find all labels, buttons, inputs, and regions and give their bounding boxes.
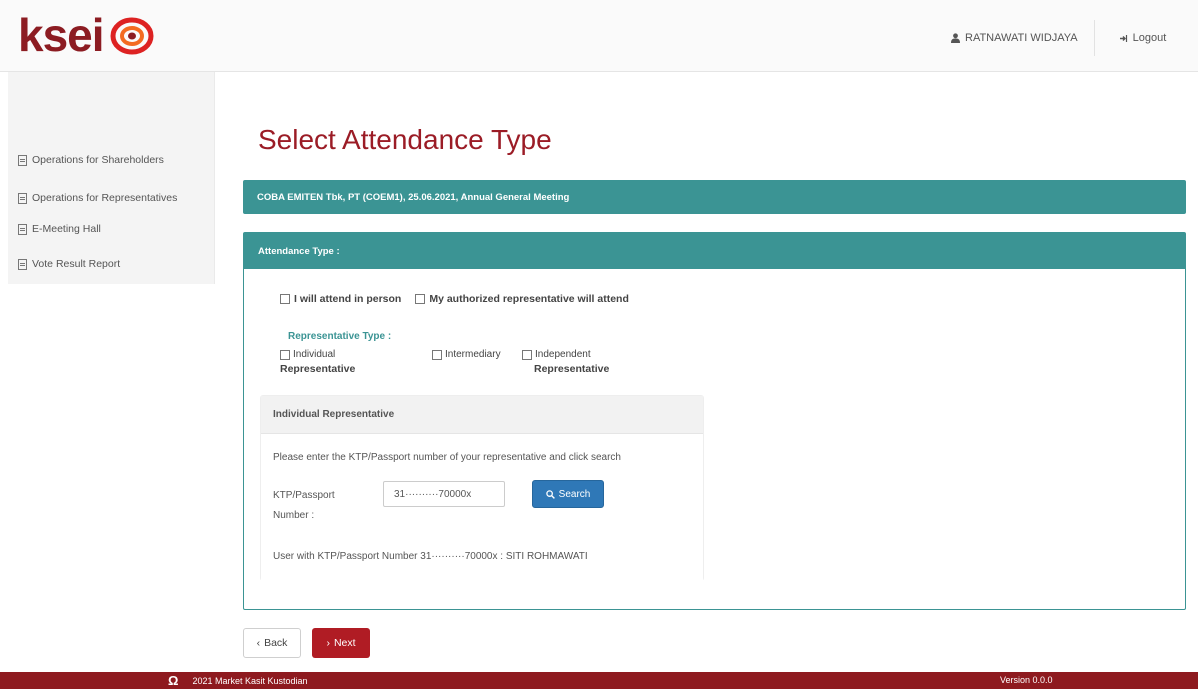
checkbox-label: I will attend in person [294, 293, 402, 305]
sign-out-icon [1119, 34, 1127, 42]
chevron-right-icon: › [326, 637, 330, 649]
checkbox-box[interactable] [415, 294, 426, 304]
chevron-left-icon: ‹ [256, 637, 261, 649]
option-sublabel: Representative [280, 363, 356, 375]
next-label: Next [333, 637, 356, 649]
meeting-info-bar: COBA EMITEN Tbk, PT (COEM1), 25.06.2021,… [243, 180, 1186, 214]
back-label: Back [264, 637, 288, 649]
search-instruction: Please enter the KTP/Passport number of … [273, 452, 621, 463]
user-area: RATNAWATI WIDJAYA Logout [935, 20, 1176, 56]
checkbox-label: My authorized representative will attend [429, 293, 629, 305]
individual-header: Individual Representative [273, 409, 395, 420]
individual-representative-option[interactable]: Individual Representative [280, 349, 355, 375]
attendance-panel: Attendance Type : I will attend in perso… [243, 232, 1186, 610]
checkbox-box[interactable] [522, 349, 532, 360]
sidebar: Operations for Shareholders Operations f… [8, 72, 215, 284]
individual-representative-header: Individual Representative [261, 396, 703, 434]
search-result-text: User with KTP/Passport Number 31········… [273, 551, 588, 562]
checkbox-box[interactable] [432, 349, 442, 360]
user-menu[interactable]: RATNAWATI WIDJAYA [935, 20, 1095, 56]
footer-copyright: 2021 Market Kasit Kustodian [192, 675, 308, 686]
document-icon [18, 192, 27, 204]
footer-version: Version 0.0.0 [1000, 675, 1053, 685]
sidebar-item-vote-result-report[interactable]: Vote Result Report [18, 258, 120, 270]
option-label: Individual [293, 349, 336, 360]
representative-type-label: Representative Type : [288, 331, 392, 342]
checkbox-box[interactable] [280, 294, 290, 304]
logo-swirl-icon [110, 16, 154, 61]
footer: Ω 2021 Market Kasit Kustodian Version 0.… [0, 672, 1198, 689]
independent-representative-option[interactable]: Independent Representative [522, 349, 609, 375]
attendance-options: I will attend in person My authorized re… [280, 293, 629, 305]
document-icon [18, 258, 27, 270]
ktp-label: KTP/Passport Number : [273, 490, 335, 521]
individual-representative-box: Individual Representative Please enter t… [260, 395, 704, 582]
footer-logo-icon: Ω [168, 673, 179, 688]
attendance-header: Attendance Type : [258, 245, 340, 257]
search-label: Search [558, 488, 591, 500]
option-label: Intermediary [445, 349, 501, 360]
sidebar-item-label: Vote Result Report [32, 258, 121, 270]
option-label: Independent [535, 349, 591, 360]
ktp-passport-input[interactable] [383, 481, 505, 507]
checkbox-box[interactable] [280, 349, 290, 360]
attendance-panel-header: Attendance Type : [244, 233, 1185, 269]
top-navbar: ksei RATNAWATI WIDJAYA Logout [0, 0, 1198, 72]
sidebar-item-operations-representatives[interactable]: Operations for Representatives [18, 192, 177, 204]
user-icon [951, 33, 960, 43]
search-icon [545, 489, 555, 499]
page-title: Select Attendance Type [258, 124, 552, 155]
sidebar-item-label: E-Meeting Hall [32, 223, 101, 235]
sidebar-item-label: Operations for Shareholders [32, 154, 164, 166]
footer-left: Ω 2021 Market Kasit Kustodian [168, 674, 308, 687]
logout-label: Logout [1132, 32, 1167, 44]
attend-in-person-checkbox[interactable]: I will attend in person [280, 293, 401, 305]
option-sublabel: Representative [534, 363, 610, 375]
meeting-info: COBA EMITEN Tbk, PT (COEM1), 25.06.2021,… [257, 191, 570, 203]
user-name: RATNAWATI WIDJAYA [965, 32, 1078, 44]
logo-text: ksei [18, 9, 105, 61]
sidebar-item-e-meeting-hall[interactable]: E-Meeting Hall [18, 223, 101, 235]
intermediary-option[interactable]: Intermediary [432, 349, 501, 360]
ksei-logo[interactable]: ksei [18, 12, 154, 66]
document-icon [18, 223, 27, 235]
representative-attend-checkbox[interactable]: My authorized representative will attend [415, 293, 629, 305]
individual-representative-body: Please enter the KTP/Passport number of … [261, 434, 703, 582]
back-button[interactable]: ‹ Back [243, 628, 301, 658]
sidebar-item-label: Operations for Representatives [32, 192, 178, 204]
next-button[interactable]: › Next [312, 628, 370, 658]
document-icon [18, 154, 27, 166]
search-button[interactable]: Search [532, 480, 604, 508]
logout-button[interactable]: Logout [1095, 20, 1177, 56]
sidebar-item-operations-shareholders[interactable]: Operations for Shareholders [18, 154, 164, 166]
